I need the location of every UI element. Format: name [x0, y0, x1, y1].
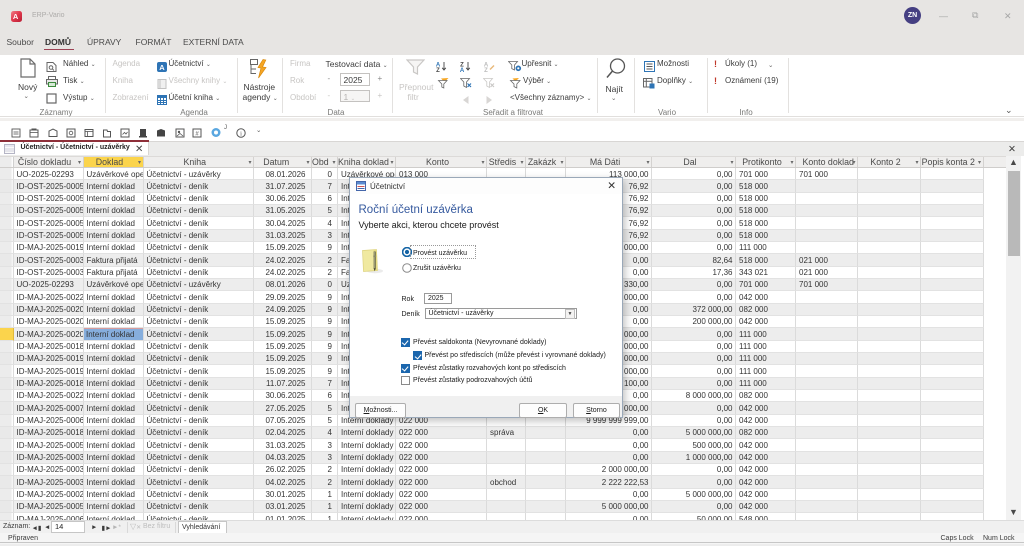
svg-text:Z: Z — [484, 68, 488, 72]
svg-text:i: i — [240, 130, 242, 137]
svg-text:Z: Z — [436, 68, 440, 72]
svg-text:A: A — [460, 68, 465, 72]
svg-text:A: A — [159, 63, 165, 72]
